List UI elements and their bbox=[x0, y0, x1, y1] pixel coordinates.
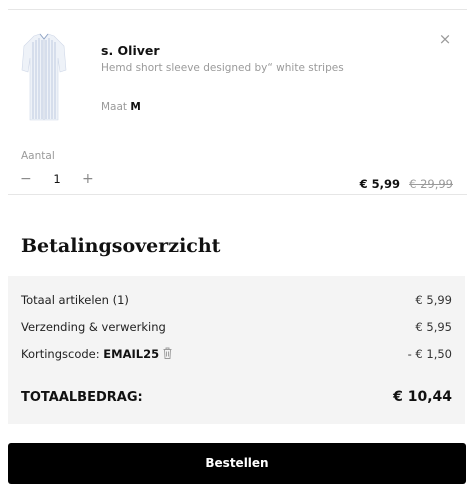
trash-icon[interactable] bbox=[163, 347, 172, 359]
close-icon[interactable]: × bbox=[436, 30, 454, 48]
summary-row-label: Verzending & verwerking bbox=[21, 320, 166, 334]
discount-value: - € 1,50 bbox=[407, 347, 452, 361]
discount-label: Kortingscode: EMAIL25 bbox=[21, 347, 172, 361]
summary-title: Betalingsoverzicht bbox=[21, 235, 221, 257]
price-original: € 29,99 bbox=[409, 177, 453, 191]
summary-row-value: € 5,99 bbox=[415, 293, 452, 307]
product-name[interactable]: Hemd short sleeve designed by“ white str… bbox=[101, 62, 344, 74]
total-value: € 10,44 bbox=[393, 389, 452, 405]
summary-row-value: € 5,95 bbox=[415, 320, 452, 334]
summary-row-shipping: Verzending & verwerking € 5,95 bbox=[21, 320, 452, 336]
order-button[interactable]: Bestellen bbox=[8, 443, 466, 484]
discount-code: EMAIL25 bbox=[103, 347, 160, 361]
summary-row-discount: Kortingscode: EMAIL25 - € 1,50 bbox=[21, 347, 452, 363]
cart-item: s. Oliver Hemd short sleeve designed by“… bbox=[0, 10, 475, 194]
discount-label-text: Kortingscode: bbox=[21, 347, 104, 361]
quantity-value: 1 bbox=[53, 172, 61, 186]
product-image[interactable] bbox=[20, 32, 68, 124]
quantity-increase-button[interactable]: + bbox=[82, 171, 96, 187]
summary-box: Totaal artikelen (1) € 5,99 Verzending &… bbox=[8, 276, 465, 424]
product-brand: s. Oliver bbox=[101, 43, 160, 58]
item-divider bbox=[8, 194, 467, 195]
summary-row-label: Totaal artikelen (1) bbox=[21, 293, 129, 307]
size-row: Maat M bbox=[101, 101, 141, 113]
size-value: M bbox=[130, 101, 141, 113]
summary-row-items: Totaal artikelen (1) € 5,99 bbox=[21, 293, 452, 309]
quantity-decrease-button[interactable]: − bbox=[20, 171, 34, 187]
price-row: € 5,99 € 29,99 bbox=[360, 173, 453, 192]
quantity-label: Aantal bbox=[21, 150, 55, 162]
size-label: Maat bbox=[101, 101, 128, 113]
total-label: TOTAALBEDRAG: bbox=[21, 390, 143, 405]
price-current: € 5,99 bbox=[359, 177, 400, 191]
summary-total-row: TOTAALBEDRAG: € 10,44 bbox=[21, 389, 452, 410]
